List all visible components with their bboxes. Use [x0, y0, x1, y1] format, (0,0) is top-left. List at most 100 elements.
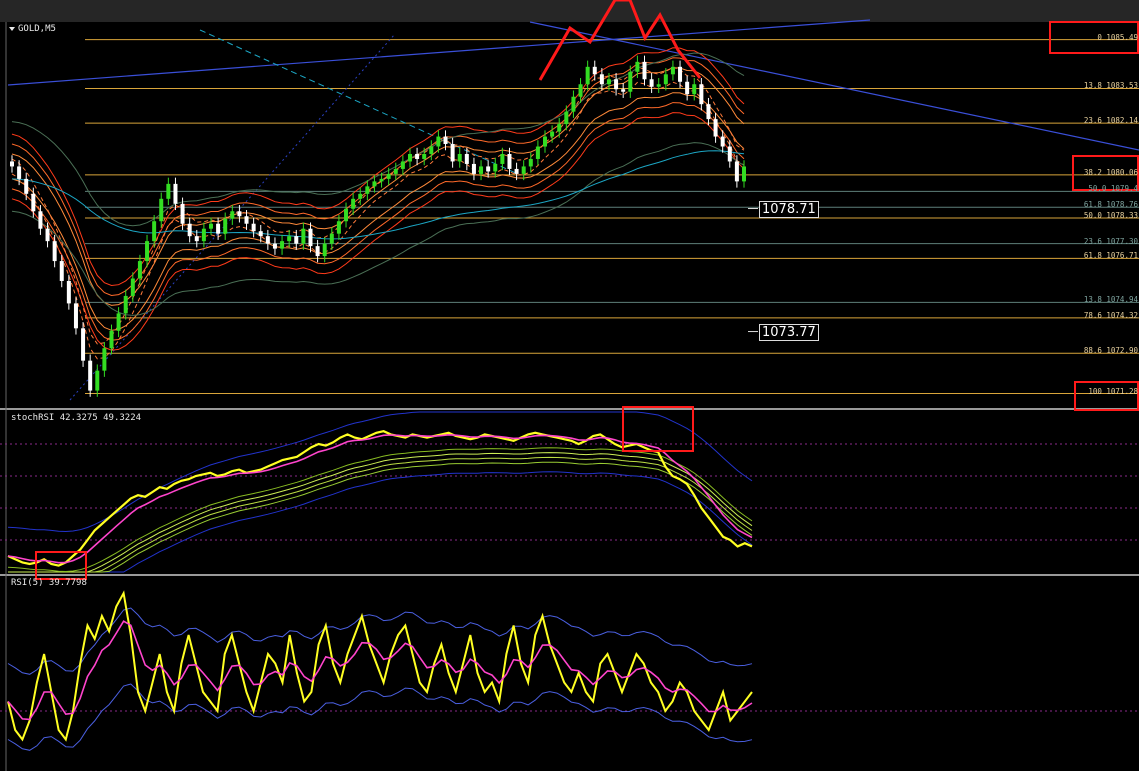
stoch-signal-line — [8, 456, 753, 573]
candle-body — [73, 303, 78, 329]
fib-level-label: 100 1071.28 — [1088, 386, 1138, 396]
candle-body — [685, 81, 690, 95]
fib-level-label: 61.8 1078.76 — [1083, 200, 1138, 210]
candle-body — [272, 243, 277, 249]
candle-body — [159, 198, 164, 222]
candle-body — [24, 178, 29, 194]
candle-body — [237, 211, 242, 217]
fib-level-label: 61.8 1076.71 — [1083, 251, 1138, 261]
candle-body — [514, 168, 519, 174]
fib-level-label: 23.6 1082.14 — [1083, 116, 1138, 126]
candle-body — [564, 111, 569, 125]
candle-body — [585, 66, 590, 85]
fib-level-label: 50.0 1078.33 — [1083, 210, 1138, 220]
dropdown-triangle-icon[interactable] — [9, 26, 15, 31]
fib-level-label: 78.6 1074.32 — [1083, 310, 1138, 320]
candle-body — [258, 231, 263, 237]
candle-body — [109, 330, 114, 349]
candle-body — [301, 228, 306, 244]
candle-body — [706, 104, 711, 120]
candle-body — [116, 313, 121, 331]
candle-body — [280, 241, 285, 249]
candle-body — [464, 153, 469, 164]
candle-body — [436, 136, 441, 147]
fib-level-label: 0 1085.49 — [1097, 32, 1138, 42]
stochrsi-label: stochRSI 42.3275 49.3224 — [11, 413, 142, 423]
rsi-band-line — [7, 607, 753, 675]
candle-body — [471, 163, 476, 174]
price-pane — [0, 0, 1139, 771]
candle-body — [187, 223, 192, 237]
candle-body — [123, 295, 128, 314]
stochrsi-pane — [0, 406, 1139, 580]
stoch-signal-line — [8, 452, 753, 573]
stoch-band-line — [8, 471, 753, 573]
candle-body — [599, 74, 604, 85]
candle-body — [145, 241, 150, 262]
fib-level-label: 38.2 1080.06 — [1083, 167, 1138, 177]
candle-body — [201, 228, 206, 242]
candle-body — [479, 166, 484, 174]
candle-body — [10, 161, 14, 167]
candle-body — [81, 328, 86, 361]
candle-body — [713, 119, 718, 137]
candle-body — [521, 166, 526, 174]
candle-body — [543, 136, 548, 147]
candle-body — [678, 66, 683, 82]
candle-body — [500, 153, 505, 164]
price-pane-bg — [0, 22, 1139, 408]
rsi-band-line — [7, 683, 753, 751]
candle-body — [137, 261, 142, 279]
chart-canvas — [0, 0, 1139, 771]
candle-body — [486, 166, 491, 172]
candle-body — [649, 79, 654, 87]
candle-body — [550, 131, 555, 137]
candle-body — [102, 348, 107, 371]
fib-level-label: 13.8 1083.53 — [1083, 81, 1138, 91]
candle-body — [592, 66, 597, 75]
candle-body — [336, 221, 341, 234]
candle-body — [230, 211, 235, 219]
candle-body — [173, 183, 178, 204]
candle-body — [216, 223, 221, 234]
candle-body — [66, 280, 71, 304]
candle-body — [692, 84, 697, 95]
candle-body — [379, 178, 384, 182]
candle-body — [699, 84, 704, 105]
candle-body — [727, 146, 732, 162]
candle-body — [265, 236, 270, 244]
candle-body — [670, 66, 675, 75]
candle-body — [663, 74, 668, 85]
candle-body — [621, 89, 626, 92]
fib-level-label: 50.0 1079.4 — [1088, 184, 1138, 194]
candle-body — [166, 183, 171, 199]
candle-body — [38, 211, 43, 229]
candle-body — [52, 241, 57, 262]
candle-body — [720, 136, 725, 147]
rsi-pane — [0, 590, 1139, 751]
candle-body — [315, 246, 320, 257]
candle-body — [407, 153, 412, 162]
candle-body — [180, 203, 185, 224]
candle-body — [365, 186, 370, 194]
candle-body — [606, 79, 611, 85]
candle-body — [45, 228, 50, 242]
candle-body — [642, 61, 647, 80]
candle-body — [329, 233, 334, 244]
candle-body — [578, 84, 583, 97]
candle-body — [742, 166, 746, 182]
candle-body — [223, 218, 228, 234]
price-tag: 1078.71 — [759, 200, 819, 218]
candle-body — [635, 61, 640, 72]
stoch-d-line — [7, 433, 753, 564]
candle-body — [415, 153, 420, 159]
candle-body — [429, 146, 434, 154]
candle-body — [95, 370, 100, 391]
symbol-label: GOLD,M5 — [9, 24, 56, 34]
candle-body — [344, 208, 349, 222]
rsi-label: RSI(5) 39.7798 — [11, 578, 87, 588]
candle-body — [287, 236, 292, 242]
candle-body — [308, 228, 313, 247]
candle-body — [31, 193, 36, 212]
candle-body — [528, 158, 533, 167]
